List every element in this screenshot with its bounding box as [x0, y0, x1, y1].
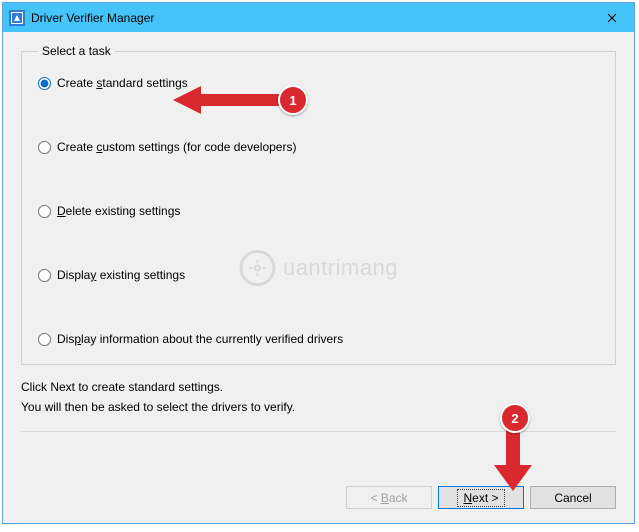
app-icon: [9, 10, 25, 26]
radio-display-existing-input[interactable]: [38, 269, 51, 282]
divider: [21, 431, 616, 432]
radio-create-custom[interactable]: Create custom settings (for code develop…: [38, 140, 599, 154]
hint-text: Click Next to create standard settings. …: [21, 377, 616, 417]
hint-line-1: Click Next to create standard settings.: [21, 377, 616, 397]
radio-create-custom-input[interactable]: [38, 141, 51, 154]
radio-display-info[interactable]: Display information about the currently …: [38, 332, 599, 346]
close-icon: [607, 13, 617, 23]
button-bar: < Back Next > Cancel: [346, 486, 616, 509]
radio-create-standard[interactable]: Create standard settings: [38, 76, 599, 90]
task-group-legend: Select a task: [38, 44, 115, 58]
radio-create-standard-label: Create standard settings: [57, 76, 188, 90]
radio-delete-existing-label: Delete existing settings: [57, 204, 180, 218]
radio-delete-existing[interactable]: Delete existing settings: [38, 204, 599, 218]
hint-line-2: You will then be asked to select the dri…: [21, 397, 616, 417]
close-button[interactable]: [589, 3, 634, 32]
title-bar: Driver Verifier Manager: [3, 3, 634, 32]
radio-display-info-input[interactable]: [38, 333, 51, 346]
radio-create-custom-label: Create custom settings (for code develop…: [57, 140, 296, 154]
task-group: Select a task Create standard settings C…: [21, 44, 616, 365]
window-frame: Driver Verifier Manager Select a task Cr…: [2, 2, 635, 524]
radio-display-existing[interactable]: Display existing settings: [38, 268, 599, 282]
radio-display-existing-label: Display existing settings: [57, 268, 185, 282]
dialog-body: Select a task Create standard settings C…: [3, 32, 634, 523]
window-title: Driver Verifier Manager: [31, 11, 154, 25]
back-button: < Back: [346, 486, 432, 509]
radio-delete-existing-input[interactable]: [38, 205, 51, 218]
radio-create-standard-input[interactable]: [38, 77, 51, 90]
cancel-button[interactable]: Cancel: [530, 486, 616, 509]
next-button[interactable]: Next >: [438, 486, 524, 509]
radio-display-info-label: Display information about the currently …: [57, 332, 343, 346]
